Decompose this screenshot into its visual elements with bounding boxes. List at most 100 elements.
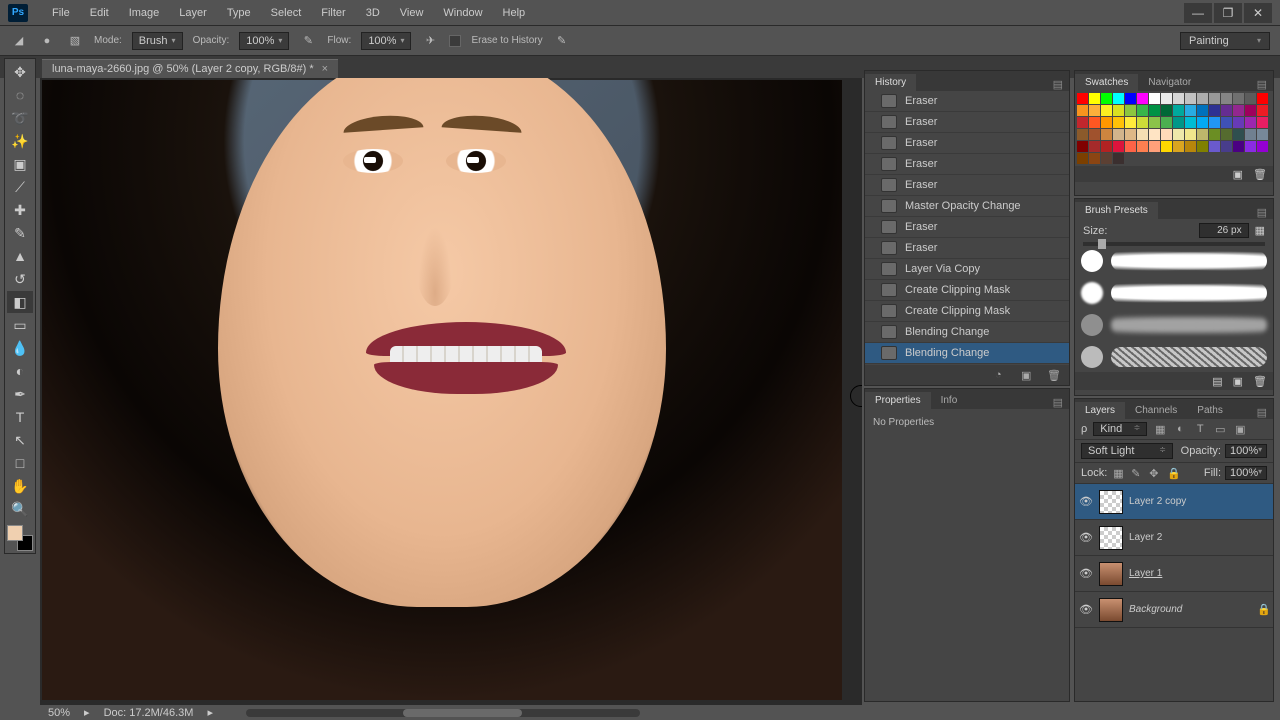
history-item[interactable]: Eraser — [865, 133, 1069, 154]
brush-panel-menu-icon[interactable]: ▤ — [1251, 206, 1273, 219]
swatch[interactable] — [1197, 117, 1208, 128]
swatch[interactable] — [1089, 141, 1100, 152]
swatch[interactable] — [1101, 105, 1112, 116]
maximize-button[interactable]: ❐ — [1214, 3, 1242, 23]
brush-panel-toggle-icon[interactable]: ▧ — [66, 32, 84, 50]
brush-delete-icon[interactable]: 🗑 — [1253, 375, 1267, 388]
brush-preset-picker-icon[interactable]: ● — [38, 32, 56, 50]
lock-pixels-icon[interactable]: ✎ — [1131, 467, 1143, 479]
swatches-panel-menu-icon[interactable]: ▤ — [1251, 78, 1273, 91]
brush-presets-tab[interactable]: Brush Presets — [1075, 202, 1158, 219]
swatch[interactable] — [1113, 93, 1124, 104]
swatch[interactable] — [1137, 93, 1148, 104]
stamp-tool[interactable]: ▲ — [7, 245, 33, 267]
opacity-field[interactable]: 100%▾ — [239, 32, 289, 50]
swatch[interactable] — [1125, 93, 1136, 104]
swatch[interactable] — [1257, 117, 1268, 128]
pressure-size-icon[interactable]: ✎ — [553, 32, 571, 50]
pen-tool[interactable]: ✒ — [7, 383, 33, 405]
swatch[interactable] — [1077, 141, 1088, 152]
brush-new-icon[interactable]: ▣ — [1233, 375, 1243, 388]
menu-type[interactable]: Type — [217, 7, 261, 19]
channels-tab[interactable]: Channels — [1125, 402, 1187, 419]
menu-layer[interactable]: Layer — [169, 7, 217, 19]
swatch[interactable] — [1125, 129, 1136, 140]
blend-mode-select[interactable]: Soft Light≑ — [1081, 443, 1173, 459]
filter-kind-select[interactable]: Kind≑ — [1093, 422, 1147, 436]
type-tool[interactable]: T — [7, 406, 33, 428]
swatch[interactable] — [1137, 129, 1148, 140]
swatch[interactable] — [1089, 105, 1100, 116]
history-item[interactable]: Master Opacity Change — [865, 196, 1069, 217]
filter-type-icon[interactable]: T — [1193, 422, 1207, 436]
swatch[interactable] — [1185, 129, 1196, 140]
swatch[interactable] — [1113, 117, 1124, 128]
swatch-delete-icon[interactable]: 🗑 — [1253, 168, 1267, 181]
swatch[interactable] — [1185, 141, 1196, 152]
history-item[interactable]: Layer Via Copy — [865, 259, 1069, 280]
brush-size-slider[interactable] — [1083, 242, 1265, 246]
history-delete-icon[interactable]: 🗑 — [1047, 369, 1061, 381]
swatch[interactable] — [1149, 129, 1160, 140]
swatch[interactable] — [1089, 129, 1100, 140]
brush-preset-item[interactable] — [1081, 248, 1267, 274]
menu-help[interactable]: Help — [493, 7, 536, 19]
eraser-tool[interactable]: ◧ — [7, 291, 33, 313]
history-item[interactable]: Eraser — [865, 175, 1069, 196]
document-tab-close-icon[interactable]: × — [322, 63, 328, 75]
history-item[interactable]: Create Clipping Mask — [865, 280, 1069, 301]
dodge-tool[interactable]: ◐ — [7, 360, 33, 382]
swatch[interactable] — [1077, 93, 1088, 104]
eyedropper-tool[interactable]: ⟋ — [7, 176, 33, 198]
swatch[interactable] — [1245, 129, 1256, 140]
layer-visibility-icon[interactable]: 👁 — [1079, 495, 1093, 508]
workspace-select[interactable]: Painting▾ — [1180, 32, 1270, 50]
history-item[interactable]: Eraser — [865, 238, 1069, 259]
swatch[interactable] — [1185, 117, 1196, 128]
swatch[interactable] — [1257, 129, 1268, 140]
swatch[interactable] — [1197, 129, 1208, 140]
history-panel-menu-icon[interactable]: ▤ — [1047, 78, 1069, 91]
history-tab[interactable]: History — [865, 74, 916, 91]
canvas[interactable] — [42, 80, 842, 700]
swatch[interactable] — [1149, 105, 1160, 116]
swatch[interactable] — [1101, 93, 1112, 104]
history-item[interactable]: Eraser — [865, 91, 1069, 112]
swatch[interactable] — [1209, 93, 1220, 104]
filter-shape-icon[interactable]: ▭ — [1213, 422, 1227, 436]
swatch[interactable] — [1197, 93, 1208, 104]
menu-filter[interactable]: Filter — [311, 7, 355, 19]
swatch[interactable] — [1209, 129, 1220, 140]
marquee-tool[interactable]: ◌ — [7, 84, 33, 106]
layers-tab[interactable]: Layers — [1075, 402, 1125, 419]
swatch[interactable] — [1209, 117, 1220, 128]
history-item[interactable]: Eraser — [865, 154, 1069, 175]
swatch[interactable] — [1185, 105, 1196, 116]
menu-3d[interactable]: 3D — [356, 7, 390, 19]
close-button[interactable]: ✕ — [1244, 3, 1272, 23]
layer-thumbnail[interactable] — [1099, 490, 1123, 514]
swatch[interactable] — [1125, 117, 1136, 128]
swatch[interactable] — [1173, 105, 1184, 116]
swatch[interactable] — [1101, 153, 1112, 164]
swatch[interactable] — [1233, 117, 1244, 128]
swatch[interactable] — [1161, 105, 1172, 116]
blur-tool[interactable]: 💧 — [7, 337, 33, 359]
paths-tab[interactable]: Paths — [1187, 402, 1233, 419]
erase-history-checkbox[interactable] — [449, 35, 461, 47]
airbrush-icon[interactable]: ✈ — [421, 32, 439, 50]
swatch[interactable] — [1149, 141, 1160, 152]
swatch[interactable] — [1149, 93, 1160, 104]
mode-select[interactable]: Brush▾ — [132, 32, 183, 50]
layer-thumbnail[interactable] — [1099, 598, 1123, 622]
layer-item[interactable]: 👁Layer 2 copy — [1075, 484, 1273, 520]
brush-view-icon[interactable]: ▤ — [1212, 375, 1222, 388]
swatch[interactable] — [1149, 117, 1160, 128]
layers-panel-menu-icon[interactable]: ▤ — [1251, 406, 1273, 419]
swatch[interactable] — [1137, 105, 1148, 116]
swatch[interactable] — [1125, 141, 1136, 152]
zoom-tool[interactable]: 🔍 — [7, 498, 33, 520]
lock-position-icon[interactable]: ✥ — [1149, 467, 1161, 479]
swatch[interactable] — [1173, 93, 1184, 104]
swatch[interactable] — [1233, 105, 1244, 116]
